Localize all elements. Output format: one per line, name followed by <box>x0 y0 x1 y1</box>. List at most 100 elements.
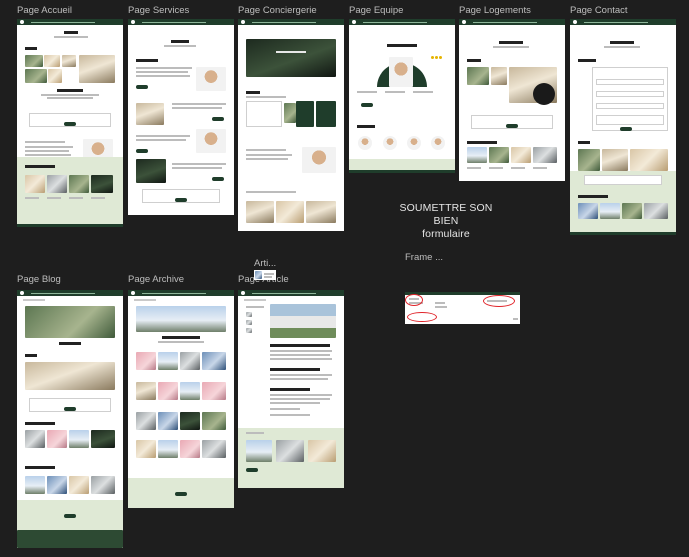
archive-card-image[interactable] <box>578 203 598 219</box>
offer-card[interactable] <box>296 101 314 127</box>
team-avatar[interactable] <box>358 136 372 150</box>
housing-image[interactable] <box>276 201 304 223</box>
floating-label-arti[interactable]: Arti... <box>254 258 276 269</box>
footer-button[interactable] <box>64 514 76 518</box>
archive-card-image[interactable] <box>600 203 620 219</box>
frame-label-services[interactable]: Page Services <box>128 5 189 16</box>
archive-card-image[interactable] <box>69 476 89 494</box>
archive-card-image[interactable] <box>91 430 115 448</box>
site-header <box>238 290 344 296</box>
site-footer <box>128 478 234 508</box>
housing-image[interactable] <box>246 201 274 223</box>
archive-card-image[interactable] <box>47 175 67 193</box>
frame-label-contact[interactable]: Page Contact <box>570 5 628 16</box>
service-button[interactable] <box>212 177 224 181</box>
breadcrumb[interactable] <box>244 299 266 301</box>
feature-image <box>302 147 336 173</box>
service-button[interactable] <box>136 149 148 153</box>
newsletter-button[interactable] <box>64 122 76 126</box>
archive-card-image[interactable] <box>202 412 226 430</box>
related-button[interactable] <box>246 468 258 472</box>
archive-card-image[interactable] <box>180 382 200 400</box>
archive-card-image[interactable] <box>158 382 178 400</box>
frame-label-equipe[interactable]: Page Equipe <box>349 5 403 16</box>
archive-card-image[interactable] <box>202 382 226 400</box>
breadcrumb[interactable] <box>23 299 45 301</box>
archive-title <box>578 195 608 198</box>
archive-card-image[interactable] <box>467 147 487 163</box>
related-image[interactable] <box>276 440 304 462</box>
frame-page-archive[interactable] <box>128 290 234 508</box>
submit-button[interactable] <box>620 127 632 131</box>
frame-page-contact[interactable] <box>570 19 676 235</box>
archive-card-image[interactable] <box>533 147 557 163</box>
archive-card-image[interactable] <box>202 440 226 458</box>
archive-card-image[interactable] <box>644 203 668 219</box>
archive-card-image[interactable] <box>136 440 156 458</box>
frame-page-conciergerie[interactable] <box>238 19 344 231</box>
search-button[interactable] <box>64 407 76 411</box>
frame-page-equipe[interactable] <box>349 19 455 173</box>
contact-button[interactable] <box>361 103 373 107</box>
sidebar-thumb[interactable] <box>246 320 252 325</box>
message-field[interactable] <box>596 115 664 125</box>
archive-card-image[interactable] <box>180 352 200 370</box>
archive-card-image[interactable] <box>91 476 115 494</box>
archive-card-image[interactable] <box>136 382 156 400</box>
frame-annotated[interactable] <box>405 292 520 324</box>
archive-card-image[interactable] <box>180 440 200 458</box>
archive-card-image[interactable] <box>202 352 226 370</box>
frame-label-accueil[interactable]: Page Accueil <box>17 5 72 16</box>
archive-card-image[interactable] <box>25 476 45 494</box>
name-field[interactable] <box>596 79 664 85</box>
search-button[interactable] <box>506 124 518 128</box>
frame-page-article[interactable] <box>238 290 344 488</box>
archive-card-image[interactable] <box>489 147 509 163</box>
service-button[interactable] <box>136 85 148 89</box>
archive-card-image[interactable] <box>91 175 113 193</box>
archive-card-image[interactable] <box>511 147 531 163</box>
service-text <box>136 135 190 137</box>
phone-field[interactable] <box>596 103 664 109</box>
team-avatar[interactable] <box>383 136 397 150</box>
archive-card-image[interactable] <box>622 203 642 219</box>
archive-card-image[interactable] <box>25 430 45 448</box>
video-avatar[interactable] <box>533 83 555 105</box>
service-button[interactable] <box>212 117 224 121</box>
archive-card-image[interactable] <box>180 412 200 430</box>
frame-label-archive[interactable]: Page Archive <box>128 274 184 285</box>
related-image[interactable] <box>246 440 272 462</box>
frame-page-accueil[interactable] <box>17 19 123 227</box>
archive-card-image[interactable] <box>25 175 45 193</box>
archive-card-image[interactable] <box>47 430 67 448</box>
archive-card-image[interactable] <box>69 430 89 448</box>
email-field[interactable] <box>596 91 664 97</box>
frame-label-conciergerie[interactable]: Page Conciergerie <box>238 5 317 16</box>
page-subtitle <box>164 45 196 47</box>
archive-card-image[interactable] <box>136 352 156 370</box>
frame-page-blog[interactable] <box>17 290 123 548</box>
frame-page-services[interactable] <box>128 19 234 215</box>
footer-button[interactable] <box>175 492 187 496</box>
archive-card-image[interactable] <box>47 476 67 494</box>
breadcrumb[interactable] <box>134 299 156 301</box>
floating-label-frame[interactable]: Frame ... <box>405 252 443 263</box>
page-title <box>171 40 189 43</box>
frame-label-logements[interactable]: Page Logements <box>459 5 531 16</box>
team-avatar[interactable] <box>407 136 421 150</box>
archive-card-image[interactable] <box>69 175 89 193</box>
archive-card-image[interactable] <box>136 412 156 430</box>
offer-card[interactable] <box>316 101 336 127</box>
frame-label-blog[interactable]: Page Blog <box>17 274 61 285</box>
archive-card-image[interactable] <box>158 412 178 430</box>
sidebar-thumb[interactable] <box>246 312 252 317</box>
frame-page-logements[interactable] <box>459 19 565 181</box>
related-image[interactable] <box>308 440 336 462</box>
cta-button[interactable] <box>175 198 187 202</box>
archive-card-image[interactable] <box>158 440 178 458</box>
archive-card-image[interactable] <box>158 352 178 370</box>
arti-thumbnail[interactable] <box>254 270 276 280</box>
sidebar-thumb[interactable] <box>246 328 252 333</box>
team-avatar[interactable] <box>431 136 445 150</box>
housing-image[interactable] <box>306 201 336 223</box>
